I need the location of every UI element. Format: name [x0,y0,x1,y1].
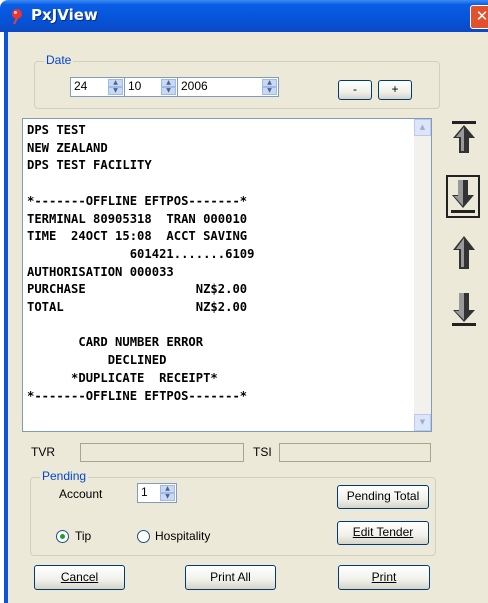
account-spinner[interactable]: 1 ▲ ▼ [137,483,177,503]
hospitality-radio[interactable] [137,530,150,543]
account-value: 1 [141,485,148,499]
app-pin-icon [12,9,22,25]
month-value: 10 [128,79,142,93]
app-window: PxJView ✕ Date 24 ▲ ▼ 10 ▲ ▼ 2006 ▲ ▼ - … [0,0,488,603]
day-up-icon[interactable]: ▲ [108,79,123,87]
day-value: 24 [74,79,88,93]
window-title: PxJView [31,6,98,24]
print-all-button[interactable]: Print All [185,565,276,590]
receipt-scrollbar[interactable]: ▲ ▼ [414,119,431,431]
month-down-icon[interactable]: ▼ [161,87,176,95]
prev-arrow-icon [453,236,475,269]
cancel-button[interactable]: Cancel [34,565,125,590]
close-button[interactable]: ✕ [470,5,488,29]
year-value: 2006 [181,79,208,93]
date-plus-button[interactable]: + [378,80,412,100]
day-down-icon[interactable]: ▼ [108,87,123,95]
year-down-icon[interactable]: ▼ [262,87,277,95]
tip-label: Tip [75,529,92,543]
next-receipt-button[interactable] [448,290,480,329]
tvr-label: TVR [31,445,55,459]
prev-receipt-button[interactable] [448,233,480,272]
tip-radio-dot [60,534,65,539]
receipt-textbox[interactable]: DPS TEST NEW ZEALAND DPS TEST FACILITY *… [22,118,432,432]
tip-radio[interactable] [56,530,69,543]
first-receipt-button[interactable] [448,118,480,157]
first-arrow-icon [452,121,476,153]
tsi-label: TSI [253,445,272,459]
tvr-field [80,443,244,462]
date-group-label: Date [44,53,74,67]
tsi-field [279,443,431,462]
title-bar[interactable]: PxJView ✕ [0,0,488,32]
pending-group-label: Pending [40,469,89,483]
hospitality-label: Hospitality [155,529,211,543]
scroll-up-icon[interactable]: ▲ [414,119,431,136]
year-spinner[interactable]: 2006 ▲ ▼ [177,77,279,97]
date-minus-button[interactable]: - [338,80,372,100]
account-up-icon[interactable]: ▲ [160,485,175,493]
print-button[interactable]: Print [338,565,430,590]
scroll-down-icon[interactable]: ▼ [414,414,431,431]
account-label: Account [59,487,103,501]
last-receipt-button[interactable] [446,175,480,218]
last-arrow-icon [451,180,475,213]
pending-total-button[interactable]: Pending Total [337,485,429,509]
receipt-text: DPS TEST NEW ZEALAND DPS TEST FACILITY *… [27,123,255,403]
edit-tender-button[interactable]: Edit Tender [337,521,429,545]
month-up-icon[interactable]: ▲ [161,79,176,87]
day-spinner[interactable]: 24 ▲ ▼ [70,77,125,97]
account-down-icon[interactable]: ▼ [160,493,175,501]
next-arrow-icon [452,293,476,326]
year-up-icon[interactable]: ▲ [262,79,277,87]
month-spinner[interactable]: 10 ▲ ▼ [124,77,178,97]
